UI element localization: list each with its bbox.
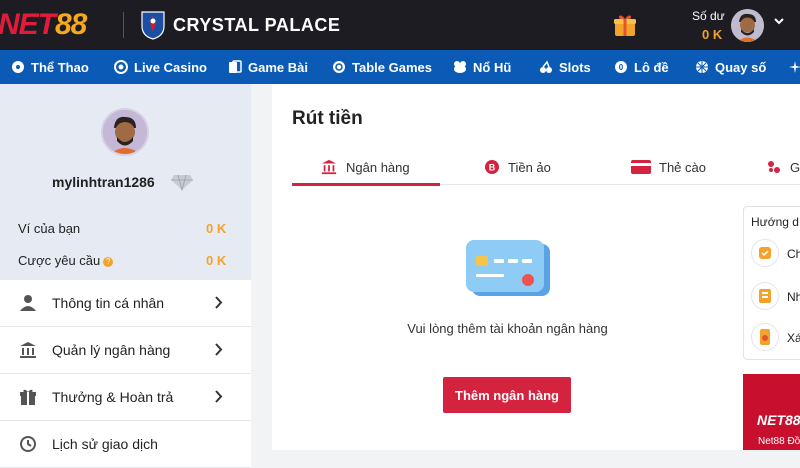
net88-logo[interactable]: NET88 [0, 8, 87, 42]
header-divider [123, 12, 124, 38]
more-icon [768, 161, 780, 173]
chevron-right-icon [215, 390, 223, 403]
main-nav: Thể Thao Live Casino Game Bài Table Game… [0, 50, 800, 84]
withdraw-panel: Rút tiền Ngân hàng B Tiền ảo Thẻ cào G V… [272, 84, 800, 450]
avatar-face-icon [103, 110, 147, 154]
slots-icon [540, 60, 552, 73]
avatar-face-icon [731, 9, 764, 42]
menu-bank-management[interactable]: Quản lý ngân hàng [0, 327, 251, 374]
nav-more-icon[interactable] [788, 50, 800, 84]
guide-step-3-text: Xá [787, 331, 800, 345]
gift-icon [20, 389, 36, 405]
crystal-palace-crest-icon [141, 11, 165, 40]
history-icon [20, 436, 36, 452]
bet-requirement-label: Cược yêu cầu? [18, 253, 114, 268]
bet-requirement-value: 0 K [206, 253, 227, 268]
balance-label: Số dư [692, 9, 725, 23]
withdraw-guide-panel: Hướng d Ch Nh Xá [743, 206, 800, 360]
promo-banner[interactable]: NET88 Net88 Đồ [743, 374, 800, 450]
nav-item-no-hu[interactable]: Nổ Hũ [453, 50, 511, 84]
wheel-icon [696, 61, 708, 73]
guide-step-1-text: Ch [787, 247, 800, 261]
tab-crypto[interactable]: B Tiền ảo [484, 148, 551, 186]
diamond-vip-icon [171, 174, 193, 191]
username: mylinhtran1286 [52, 174, 155, 190]
guide-step-2-icon [751, 282, 779, 310]
nav-item-table-games[interactable]: Table Games [332, 50, 432, 84]
profile-panel: mylinhtran1286 Ví của bạn 0 K Cược yêu c… [0, 84, 251, 280]
menu-personal-info[interactable]: Thông tin cá nhân [0, 280, 251, 327]
balance-value: 0 K [702, 27, 723, 42]
table-games-icon [333, 61, 345, 73]
user-icon [20, 295, 36, 311]
club-name: CRYSTAL PALACE [173, 15, 341, 35]
nav-item-live-casino[interactable]: Live Casino [114, 50, 207, 84]
menu-transaction-history[interactable]: Lịch sử giao dịch [0, 421, 251, 468]
chevron-right-icon [215, 296, 223, 309]
guide-step-3-icon [751, 323, 779, 351]
tab-bank[interactable]: Ngân hàng [320, 148, 410, 186]
nav-item-game-bai[interactable]: Game Bài [228, 50, 308, 84]
user-avatar[interactable] [731, 9, 764, 42]
guide-step-2-text: Nh [787, 290, 800, 304]
nav-item-slots[interactable]: Slots [539, 50, 591, 84]
add-bank-button[interactable]: Thêm ngân hàng [443, 377, 571, 413]
sparkle-icon [789, 61, 800, 73]
credit-card-illustration [466, 240, 550, 296]
promo-logo: NET88 [757, 412, 800, 428]
crypto-coin-icon: B [485, 160, 499, 174]
help-icon[interactable]: ? [103, 257, 114, 267]
playing-cards-icon [229, 60, 242, 73]
jackpot-icon [454, 61, 466, 73]
scratch-card-icon [631, 160, 651, 174]
guide-title: Hướng d [751, 215, 799, 229]
page-title: Rút tiền [292, 108, 363, 129]
nav-item-lo-de[interactable]: 0 Lô đề [614, 50, 669, 84]
sports-ball-icon [12, 61, 24, 73]
profile-avatar[interactable] [101, 108, 149, 156]
tab-scratch-card[interactable]: Thẻ cào [631, 148, 706, 186]
live-casino-icon [114, 60, 128, 74]
svg-text:0: 0 [619, 63, 624, 72]
bank-icon [321, 159, 337, 175]
bank-icon [20, 342, 36, 358]
chevron-right-icon [215, 343, 223, 356]
empty-state-message: Vui lòng thêm tài khoản ngân hàng [407, 321, 608, 336]
top-bar: NET88 CRYSTAL PALACE Số dư 0 K [0, 0, 800, 50]
nav-item-quay-so[interactable]: Quay số [695, 50, 766, 84]
chevron-down-icon[interactable] [773, 14, 785, 30]
svg-text:B: B [489, 163, 496, 173]
wallet-label: Ví của bạn [18, 221, 81, 236]
lottery-icon: 0 [615, 61, 627, 73]
account-sidebar: mylinhtran1286 Ví của bạn 0 K Cược yêu c… [0, 84, 251, 468]
guide-step-1-icon [751, 239, 779, 267]
nav-item-the-thao[interactable]: Thể Thao [11, 50, 89, 84]
menu-rewards-rebates[interactable]: Thưởng & Hoàn trả [0, 374, 251, 421]
promo-text: Net88 Đồ [758, 436, 800, 447]
tab-more[interactable]: G [766, 148, 800, 186]
gift-icon[interactable] [612, 12, 638, 38]
active-tab-indicator [292, 183, 440, 186]
wallet-value: 0 K [206, 221, 227, 236]
